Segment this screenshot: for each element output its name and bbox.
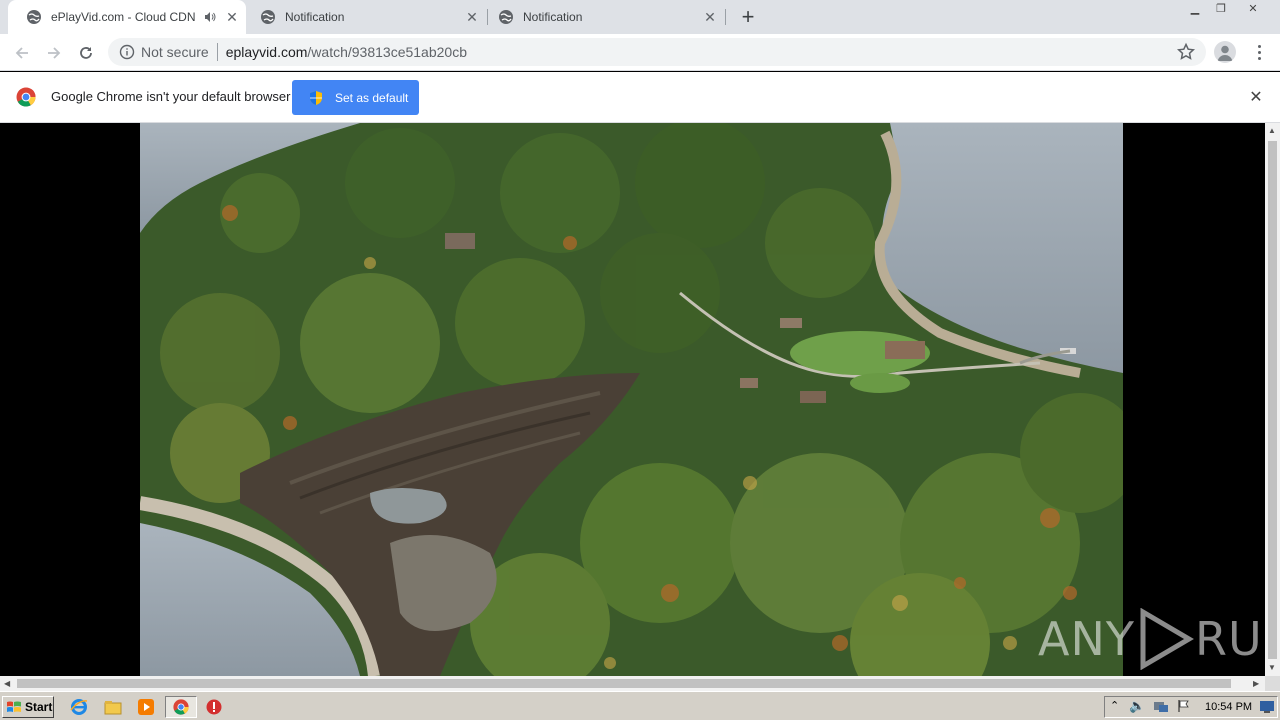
page-content bbox=[0, 123, 1265, 676]
windows-taskbar: Start ⌃ 🔈 10:54 PM bbox=[0, 691, 1280, 720]
close-window-icon[interactable]: ✕ bbox=[1242, 0, 1264, 16]
uac-shield-icon bbox=[310, 90, 322, 105]
set-as-default-button[interactable]: Set as default bbox=[292, 80, 419, 115]
start-label: Start bbox=[25, 700, 53, 714]
infobar-close-icon[interactable]: ✕ bbox=[1247, 88, 1265, 106]
tab-eplayvid[interactable]: ePlayVid.com - Cloud CDN ✕ bbox=[8, 0, 246, 34]
globe-icon bbox=[26, 9, 42, 25]
ie-icon[interactable] bbox=[69, 697, 89, 717]
scroll-up-icon[interactable]: ▲ bbox=[1268, 126, 1276, 135]
scroll-right-icon[interactable]: ▶ bbox=[1253, 679, 1259, 688]
tab-divider bbox=[725, 9, 726, 25]
tray-clock[interactable]: 10:54 PM bbox=[1205, 701, 1252, 713]
show-desktop-icon[interactable] bbox=[1259, 700, 1275, 719]
horizontal-scroll-thumb[interactable] bbox=[17, 679, 1231, 688]
volume-icon[interactable]: 🔈 bbox=[1129, 698, 1145, 714]
tab-title: Notification bbox=[285, 10, 345, 24]
scroll-left-icon[interactable]: ◀ bbox=[4, 679, 10, 688]
globe-icon bbox=[498, 9, 514, 25]
start-button[interactable]: Start bbox=[2, 696, 54, 718]
close-tab-icon[interactable]: ✕ bbox=[464, 9, 480, 25]
chrome-icon bbox=[173, 699, 189, 715]
back-arrow-icon bbox=[15, 47, 28, 59]
vertical-scroll-thumb[interactable] bbox=[1268, 141, 1277, 659]
minimize-icon[interactable]: ▁ bbox=[1184, 0, 1206, 16]
info-icon[interactable] bbox=[119, 44, 135, 60]
scroll-down-icon[interactable]: ▼ bbox=[1268, 663, 1276, 672]
address-bar[interactable]: Not secure eplayvid.com/watch/93813ce51a… bbox=[108, 38, 1206, 66]
set-as-default-label: Set as default bbox=[335, 90, 409, 105]
windows-logo-icon bbox=[7, 701, 21, 712]
url-path: /watch/93813ce51ab20cb bbox=[307, 44, 467, 60]
url-host: eplayvid.com bbox=[225, 44, 308, 60]
bookmark-star-icon[interactable] bbox=[1176, 42, 1196, 62]
network-icon[interactable] bbox=[1153, 699, 1169, 718]
chrome-logo-icon bbox=[16, 87, 36, 107]
globe-icon bbox=[260, 9, 276, 25]
close-tab-icon[interactable]: ✕ bbox=[702, 9, 718, 25]
scrollbar-corner bbox=[1265, 676, 1280, 691]
forward-arrow-icon bbox=[48, 47, 61, 59]
tab-strip: ePlayVid.com - Cloud CDN ✕ Notification … bbox=[0, 0, 1280, 34]
media-player-icon[interactable] bbox=[136, 697, 156, 717]
restore-icon[interactable]: ❐ bbox=[1210, 0, 1232, 16]
infobar-message: Google Chrome isn't your default browser bbox=[51, 89, 291, 104]
anyrun-watermark: ANY RUN bbox=[1038, 608, 1280, 670]
tab-notification-2[interactable]: Notification ✕ bbox=[480, 0, 724, 34]
explorer-icon[interactable] bbox=[103, 697, 123, 717]
video-frame-aerial-image bbox=[140, 123, 1123, 676]
tab-title: Notification bbox=[523, 10, 583, 24]
stop-icon[interactable] bbox=[204, 697, 224, 717]
security-label: Not secure bbox=[141, 44, 209, 60]
close-tab-icon[interactable]: ✕ bbox=[224, 9, 240, 25]
play-triangle-icon bbox=[1140, 608, 1194, 670]
omnibox-divider bbox=[216, 43, 218, 61]
tray-expand-icon[interactable]: ⌃ bbox=[1110, 699, 1119, 712]
horizontal-scrollbar[interactable]: ◀ ▶ bbox=[0, 676, 1265, 691]
vertical-scrollbar[interactable]: ▲ ▼ bbox=[1265, 123, 1280, 676]
back-button[interactable] bbox=[8, 39, 36, 67]
chrome-taskbar-button[interactable] bbox=[165, 696, 197, 718]
default-browser-infobar: Google Chrome isn't your default browser… bbox=[0, 72, 1280, 123]
system-tray: ⌃ 🔈 10:54 PM bbox=[1104, 696, 1278, 718]
watermark-text-left: ANY bbox=[1038, 612, 1135, 666]
video-player[interactable] bbox=[140, 123, 1123, 676]
menu-kebab-icon[interactable] bbox=[1250, 42, 1268, 62]
new-tab-button[interactable]: + bbox=[736, 4, 760, 29]
flag-icon[interactable] bbox=[1177, 699, 1191, 718]
reload-button[interactable] bbox=[72, 39, 100, 67]
reload-icon bbox=[80, 47, 92, 59]
profile-avatar-icon[interactable] bbox=[1214, 41, 1236, 63]
forward-button[interactable] bbox=[40, 39, 68, 67]
tab-notification-1[interactable]: Notification ✕ bbox=[242, 0, 486, 34]
tab-title: ePlayVid.com - Cloud CDN bbox=[51, 10, 196, 24]
speaker-icon[interactable] bbox=[204, 11, 216, 23]
